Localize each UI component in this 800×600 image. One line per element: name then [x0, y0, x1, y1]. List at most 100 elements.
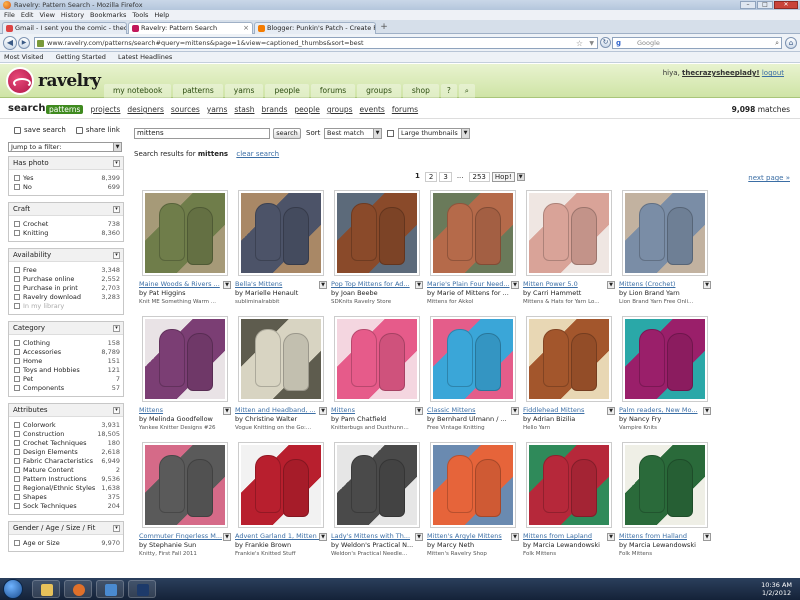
pattern-thumbnail[interactable]: [238, 190, 324, 276]
forward-button[interactable]: ▶: [18, 37, 30, 49]
pattern-title-link[interactable]: Mittens (Crochet): [619, 280, 703, 288]
clear-search-link[interactable]: clear search: [236, 150, 279, 158]
checkbox[interactable]: [14, 339, 20, 346]
checkbox[interactable]: [14, 348, 20, 355]
chevron-down-icon[interactable]: ▼: [223, 407, 231, 415]
search-type-forums[interactable]: forums: [392, 105, 418, 114]
hop-button[interactable]: Hop!: [491, 172, 515, 182]
checkbox[interactable]: [14, 430, 20, 437]
chevron-down-icon[interactable]: ▼: [223, 281, 231, 289]
pattern-title-link[interactable]: Mittens: [139, 406, 223, 414]
filter-option[interactable]: Ravelry download 3,283: [9, 292, 123, 301]
filter-option[interactable]: Pattern Instructions 9,536: [9, 474, 123, 483]
taskbar-photoshop[interactable]: [128, 580, 156, 598]
checkbox[interactable]: [14, 457, 20, 464]
chevron-down-icon[interactable]: ▼: [703, 533, 711, 541]
checkbox[interactable]: [14, 284, 20, 291]
reload-button[interactable]: ↻: [600, 37, 611, 48]
chevron-down-icon[interactable]: ▼: [703, 407, 711, 415]
back-button[interactable]: ◀: [3, 36, 17, 50]
chevron-down-icon[interactable]: ▼: [607, 281, 615, 289]
pattern-designer[interactable]: by Melinda Goodfellow: [139, 415, 231, 423]
filter-option[interactable]: Yes 8,399: [9, 173, 123, 182]
chevron-down-icon[interactable]: ▾: [113, 160, 120, 167]
chevron-down-icon[interactable]: ▾: [113, 325, 120, 332]
checkbox[interactable]: [14, 275, 20, 282]
checkbox[interactable]: [14, 484, 20, 491]
filter-option[interactable]: Purchase in print 2,703: [9, 283, 123, 292]
page-253-link[interactable]: 253: [468, 172, 490, 182]
chevron-down-icon[interactable]: ▼: [319, 281, 327, 289]
checkbox[interactable]: [14, 366, 20, 373]
filter-heading[interactable]: Craft ▾: [9, 203, 123, 216]
filter-option[interactable]: Construction 18,505: [9, 429, 123, 438]
search-button[interactable]: search: [273, 128, 301, 139]
filter-heading[interactable]: Attributes ▾: [9, 404, 123, 417]
tab-ravelry[interactable]: Ravelry: Pattern Search ×: [128, 22, 253, 34]
search-type-groups[interactable]: groups: [327, 105, 353, 114]
search-type-patterns[interactable]: patterns: [46, 105, 84, 114]
page-2-link[interactable]: 2: [424, 172, 438, 182]
nav-forums[interactable]: forums: [310, 84, 356, 98]
pattern-thumbnail[interactable]: [622, 316, 708, 402]
pattern-search-input[interactable]: mittens: [134, 128, 270, 139]
pattern-thumbnail[interactable]: [334, 190, 420, 276]
pattern-designer[interactable]: by Marie of Mittens for ...: [427, 289, 519, 297]
pattern-designer[interactable]: by Weldon's Practical N...: [331, 541, 423, 549]
taskbar-media[interactable]: [96, 580, 124, 598]
chevron-down-icon[interactable]: ▼: [319, 533, 327, 541]
page-3-link[interactable]: 3: [439, 172, 452, 182]
filter-option[interactable]: Crochet Techniques 180: [9, 438, 123, 447]
pattern-designer[interactable]: by Pam Chatfield: [331, 415, 423, 423]
menu-item-bookmarks[interactable]: Bookmarks: [90, 11, 126, 19]
checkbox[interactable]: [14, 220, 20, 227]
filter-option[interactable]: Clothing 158: [9, 338, 123, 347]
checkbox[interactable]: [14, 448, 20, 455]
pattern-thumbnail[interactable]: [622, 442, 708, 528]
pattern-designer[interactable]: by Stephanie Sun: [139, 541, 231, 549]
filter-option[interactable]: Toys and Hobbies 121: [9, 365, 123, 374]
checkbox[interactable]: [14, 293, 20, 300]
bookmark-latest-headlines[interactable]: Latest Headlines: [118, 53, 172, 61]
pattern-thumbnail[interactable]: [238, 316, 324, 402]
checkbox[interactable]: [14, 357, 20, 364]
search-type-people[interactable]: people: [294, 105, 319, 114]
search-type-designers[interactable]: designers: [127, 105, 164, 114]
pattern-thumbnail[interactable]: [622, 190, 708, 276]
checkbox[interactable]: [14, 439, 20, 446]
pattern-title-link[interactable]: Mittens from Lapland: [523, 532, 607, 540]
filter-option[interactable]: Home 151: [9, 356, 123, 365]
filter-option[interactable]: Crochet 738: [9, 219, 123, 228]
bookmark-most-visited[interactable]: Most Visited: [4, 53, 44, 61]
pattern-designer[interactable]: by Carri Hammett: [523, 289, 615, 297]
pattern-thumbnail[interactable]: [526, 442, 612, 528]
filter-option[interactable]: Components 57: [9, 383, 123, 392]
pattern-title-link[interactable]: Commuter Fingerless M...: [139, 532, 223, 540]
filter-option[interactable]: Knitting 8,360: [9, 228, 123, 237]
checkbox[interactable]: [14, 302, 20, 309]
checkbox[interactable]: [14, 421, 20, 428]
checkbox[interactable]: [14, 493, 20, 500]
chevron-down-icon[interactable]: ▼: [415, 533, 423, 541]
pattern-title-link[interactable]: Palm readers, New Mo...: [619, 406, 703, 414]
pattern-thumbnail[interactable]: [526, 316, 612, 402]
new-tab-button[interactable]: +: [378, 23, 390, 33]
menu-item-tools[interactable]: Tools: [132, 11, 148, 19]
chevron-down-icon[interactable]: ▼: [511, 533, 519, 541]
system-clock[interactable]: 10:36 AM 1/2/2012: [761, 581, 792, 597]
pattern-thumbnail[interactable]: [142, 442, 228, 528]
next-page-link[interactable]: next page »: [748, 174, 790, 182]
pattern-designer[interactable]: by Marielle Henault: [235, 289, 327, 297]
chevron-down-icon[interactable]: ▼: [703, 281, 711, 289]
checkbox[interactable]: [14, 266, 20, 273]
help-icon[interactable]: ?: [440, 84, 457, 98]
filter-option[interactable]: Age or Size 9,970: [9, 538, 123, 547]
tab-blogger[interactable]: Blogger: Punkin's Patch - Create Post: [254, 22, 376, 34]
nav-shop[interactable]: shop: [402, 84, 439, 98]
pattern-title-link[interactable]: Marie's Plain Four Need...: [427, 280, 511, 288]
menu-item-history[interactable]: History: [61, 11, 84, 19]
search-type-yarns[interactable]: yarns: [207, 105, 228, 114]
chevron-down-icon[interactable]: ▼: [415, 407, 423, 415]
address-bar[interactable]: www.ravelry.com/patterns/search#query=mi…: [34, 37, 598, 49]
pattern-title-link[interactable]: Lady's Mittens with Th...: [331, 532, 415, 540]
